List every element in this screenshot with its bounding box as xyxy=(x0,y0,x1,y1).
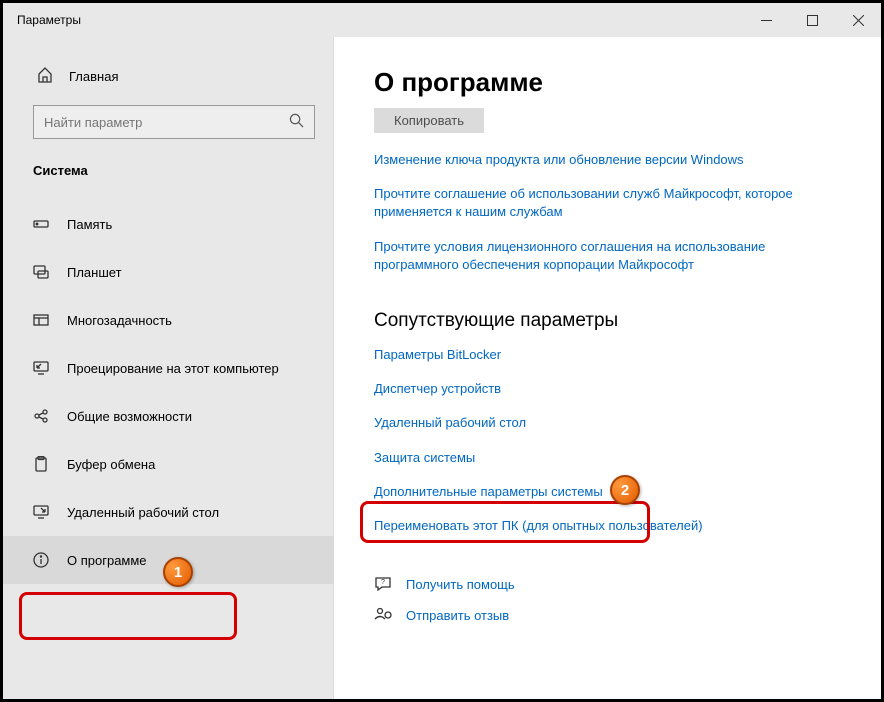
maximize-button[interactable] xyxy=(789,3,835,37)
sidebar-item-shared[interactable]: Общие возможности xyxy=(3,392,333,440)
close-button[interactable] xyxy=(835,3,881,37)
titlebar: Параметры xyxy=(3,3,881,37)
sidebar-item-storage[interactable]: Память xyxy=(3,200,333,248)
sidebar-item-multitask[interactable]: Многозадачность xyxy=(3,296,333,344)
link-services-agreement[interactable]: Прочтите соглашение об использовании слу… xyxy=(374,185,804,221)
remote-icon xyxy=(33,504,49,520)
search-field[interactable] xyxy=(44,115,289,130)
content-area: О программе Копировать Изменение ключа п… xyxy=(333,37,881,699)
window-title: Параметры xyxy=(17,13,743,27)
link-device-manager[interactable]: Диспетчер устройств xyxy=(374,380,804,398)
tablet-icon xyxy=(33,264,49,280)
link-rename-pc[interactable]: Переименовать этот ПК (для опытных польз… xyxy=(374,517,804,535)
sidebar: Главная Система Память Планшет Многозад xyxy=(3,37,333,699)
link-get-help[interactable]: Получить помощь xyxy=(406,576,515,594)
sidebar-item-label: Планшет xyxy=(67,265,122,280)
link-bitlocker[interactable]: Параметры BitLocker xyxy=(374,346,804,364)
sidebar-item-tablet[interactable]: Планшет xyxy=(3,248,333,296)
annotation-callout-1 xyxy=(19,592,237,640)
link-remote-desktop[interactable]: Удаленный рабочий стол xyxy=(374,414,804,432)
search-input[interactable] xyxy=(33,105,315,139)
page-title: О программе xyxy=(374,67,851,98)
clipboard-icon xyxy=(33,456,49,472)
link-license-terms[interactable]: Прочтите условия лицензионного соглашени… xyxy=(374,238,804,274)
sidebar-item-label: О программе xyxy=(67,553,147,568)
link-product-key[interactable]: Изменение ключа продукта или обновление … xyxy=(374,151,804,169)
storage-icon xyxy=(33,216,49,232)
sidebar-item-label: Проецирование на этот компьютер xyxy=(67,361,279,376)
sidebar-nav: Память Планшет Многозадачность Проециров… xyxy=(3,200,333,584)
shared-icon xyxy=(33,408,49,424)
feedback-icon xyxy=(374,606,392,627)
minimize-button[interactable] xyxy=(743,3,789,37)
search-icon xyxy=(289,113,304,131)
sidebar-item-about[interactable]: О программе xyxy=(3,536,333,584)
svg-text:?: ? xyxy=(381,579,385,586)
sidebar-home-label: Главная xyxy=(69,69,118,84)
sidebar-item-label: Буфер обмена xyxy=(67,457,155,472)
window-controls xyxy=(743,3,881,37)
sidebar-section-label: Система xyxy=(3,139,333,188)
projecting-icon xyxy=(33,360,49,376)
sidebar-item-projecting[interactable]: Проецирование на этот компьютер xyxy=(3,344,333,392)
copy-button[interactable]: Копировать xyxy=(374,108,484,133)
home-icon xyxy=(37,67,53,86)
multitask-icon xyxy=(33,312,49,328)
link-feedback[interactable]: Отправить отзыв xyxy=(406,607,509,625)
link-system-protection[interactable]: Защита системы xyxy=(374,449,804,467)
info-icon xyxy=(33,552,49,568)
sidebar-item-label: Многозадачность xyxy=(67,313,172,328)
link-advanced-system[interactable]: Дополнительные параметры системы xyxy=(374,483,804,501)
related-heading: Сопутствующие параметры xyxy=(374,310,851,332)
help-icon: ? xyxy=(374,575,392,596)
sidebar-item-clipboard[interactable]: Буфер обмена xyxy=(3,440,333,488)
sidebar-home[interactable]: Главная xyxy=(3,57,333,95)
sidebar-item-label: Общие возможности xyxy=(67,409,192,424)
sidebar-item-label: Память xyxy=(67,217,112,232)
feedback-row[interactable]: Отправить отзыв xyxy=(374,606,851,627)
sidebar-item-remote[interactable]: Удаленный рабочий стол xyxy=(3,488,333,536)
get-help-row[interactable]: ? Получить помощь xyxy=(374,575,851,596)
sidebar-item-label: Удаленный рабочий стол xyxy=(67,505,219,520)
